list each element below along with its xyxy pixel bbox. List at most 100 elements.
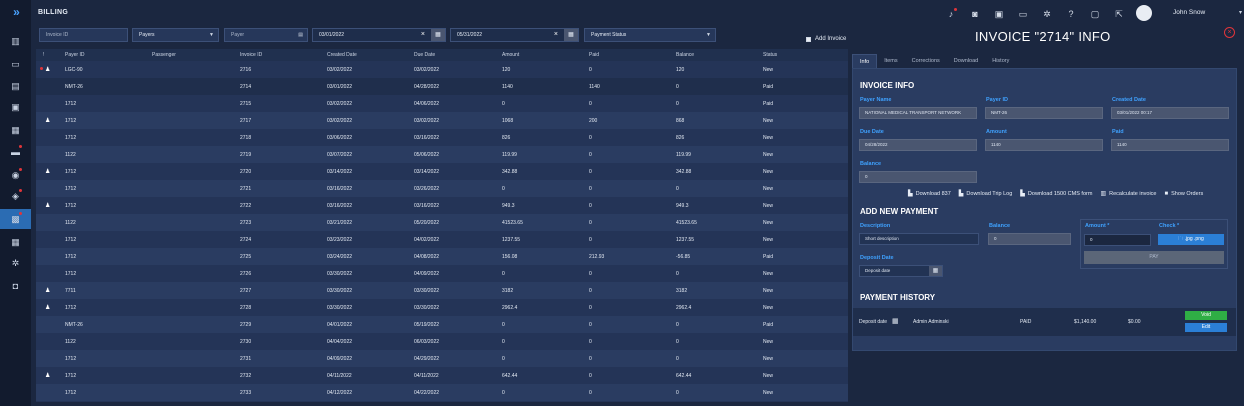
clear-icon[interactable]: ×	[421, 29, 425, 41]
sidebar-item-3[interactable]: ▣	[0, 97, 31, 117]
date-from-input[interactable]: 03/01/2022 × ▦	[312, 28, 446, 42]
calendar-icon[interactable]: ▦	[892, 317, 899, 325]
sidebar-item-6[interactable]: ◉	[0, 165, 31, 185]
table-row[interactable]: ♟ LGC-90 2716 03/02/2022 03/02/2022 120 0 120 Ne…	[36, 61, 848, 78]
table-row[interactable]: 1712 2726 03/30/2022 04/09/2022 0 0 0 New	[36, 265, 848, 282]
column-header[interactable]: Paid	[589, 52, 599, 58]
car-icon[interactable]: ◙	[963, 8, 987, 20]
action-1[interactable]: ▙ Download Trip Log	[959, 190, 1013, 198]
sidebar-item-2[interactable]: ▤	[0, 76, 31, 96]
sidebar-item-10[interactable]: ✲	[0, 253, 31, 273]
calendar-icon[interactable]: ▦	[564, 29, 578, 41]
tab-info[interactable]: Info	[852, 54, 878, 68]
table-row[interactable]: ♟ 7711 2727 03/30/2022 03/30/2022 3182 0 3182 Ne…	[36, 282, 848, 299]
payer-input[interactable]: Payer ▤	[224, 28, 308, 42]
table-row[interactable]: 1712 2725 03/24/2022 04/08/2022 156.08 212.93…	[36, 248, 848, 265]
cell-balance: 0	[676, 339, 679, 345]
payers-select[interactable]: Payers ▼	[132, 28, 219, 42]
expand-menu-icon[interactable]: »	[0, 5, 31, 21]
sidebar-item-9[interactable]: ▦	[0, 232, 31, 252]
action-4[interactable]: ■ Show Orders	[1165, 190, 1204, 197]
table-row[interactable]: NMT-26 2714 03/01/2022 04/28/2022 1140 1140 0 P…	[36, 78, 848, 95]
table-row[interactable]: 1122 2730 04/04/2022 06/03/2022 0 0 0 New	[36, 333, 848, 350]
add-invoice-checkbox[interactable]: Add Invoice	[806, 36, 846, 42]
cell-status: New	[763, 305, 774, 311]
payment-status-select[interactable]: Payment Status ▼	[584, 28, 716, 42]
action-0[interactable]: ▙ Download 837	[908, 190, 951, 198]
payer-name-label: Payer Name	[860, 97, 892, 103]
message-icon[interactable]: ▭	[1011, 8, 1035, 20]
table-row[interactable]: 1712 2724 03/23/2022 04/02/2022 1237.55 0 1237…	[36, 231, 848, 248]
table-row[interactable]: 1712 2731 04/09/2022 04/29/2022 0 0 0 New	[36, 350, 848, 367]
person-icon: ♟	[45, 203, 51, 209]
action-label: Download 1500 CMS form	[1027, 190, 1093, 197]
sidebar-item-4[interactable]: ▦	[0, 120, 31, 140]
sidebar-item-5[interactable]: ▬	[0, 142, 31, 162]
column-header[interactable]: Status	[763, 52, 777, 58]
cell-created: 03/21/2022	[327, 220, 353, 226]
tab-corrections[interactable]: Corrections	[905, 54, 947, 68]
description-input[interactable]: Short description	[859, 233, 979, 245]
cell-status: New	[763, 288, 774, 294]
invoices-table: ! Payer ID Passenger Invoice ID Created Date…	[36, 49, 848, 402]
clear-icon[interactable]: ×	[554, 29, 558, 41]
deposit-date-input[interactable]: Deposit date ▦	[859, 265, 943, 277]
table-row[interactable]: 1712 2733 04/12/2022 04/22/2022 0 0 0 New	[36, 384, 848, 401]
sidebar-item-7[interactable]: ◈	[0, 186, 31, 206]
action-2[interactable]: ▙ Download 1500 CMS form	[1020, 190, 1093, 198]
tab-items[interactable]: Items	[877, 54, 904, 68]
pay-button[interactable]: PAY	[1084, 251, 1224, 264]
table-row[interactable]: 1712 2715 03/02/2022 04/06/2022 0 0 0 Paid	[36, 95, 848, 112]
settings-icon[interactable]: ✲	[1035, 8, 1059, 20]
monitor-icon[interactable]: ▢	[1083, 8, 1107, 20]
table-row[interactable]: 1712 2718 03/06/2022 03/16/2022 826 0 826 New	[36, 129, 848, 146]
table-row[interactable]: 1712 2721 03/16/2022 03/26/2022 0 0 0 New	[36, 180, 848, 197]
column-header[interactable]: Due Date	[414, 52, 435, 58]
column-header[interactable]: Payer ID	[65, 52, 84, 58]
column-header[interactable]: Invoice ID	[240, 52, 262, 58]
chevron-down-icon[interactable]: ▾	[1239, 9, 1242, 16]
sidebar-item-1[interactable]: ▭	[0, 54, 31, 74]
cell-invoice: 2732	[240, 373, 252, 379]
column-header[interactable]: Amount	[502, 52, 519, 58]
table-row[interactable]: ♟ 1712 2722 03/16/2022 03/16/2022 949.3 0 949.3…	[36, 197, 848, 214]
tab-download[interactable]: Download	[947, 54, 985, 68]
upload-check-button[interactable]: 🗀 .jpg .png	[1158, 234, 1224, 245]
column-header[interactable]: Created Date	[327, 52, 357, 58]
calendar-icon[interactable]: ▦	[431, 29, 445, 41]
sidebar-item-11[interactable]: ◘	[0, 276, 31, 296]
bell-icon[interactable]: ♪	[939, 8, 963, 20]
avatar[interactable]	[1136, 5, 1152, 21]
date-to-input[interactable]: 05/31/2022 × ▦	[450, 28, 579, 42]
void-button[interactable]: Void	[1185, 311, 1227, 320]
sidebar-item-8[interactable]: ▩	[0, 209, 31, 229]
help-icon[interactable]: ?	[1059, 8, 1083, 20]
column-header[interactable]: !	[43, 52, 44, 58]
edit-button[interactable]: Edit	[1185, 323, 1227, 332]
table-row[interactable]: 1122 2723 03/21/2022 05/20/2022 41523.65 0 415…	[36, 214, 848, 231]
inbox-icon[interactable]: ▣	[987, 8, 1011, 20]
checkbox-icon[interactable]	[806, 36, 811, 42]
cell-payer: 1122	[65, 339, 76, 345]
table-row[interactable]: ♟ 1712 2717 03/02/2022 03/02/2022 1068 200 868 N…	[36, 112, 848, 129]
column-header[interactable]: Balance	[676, 52, 694, 58]
payer-id-label: Payer ID	[986, 97, 1009, 103]
table-row[interactable]: NMT-26 2729 04/01/2022 05/19/2022 0 0 0 Paid	[36, 316, 848, 333]
table-row[interactable]: ♟ 1712 2720 03/14/2022 03/14/2022 342.88 0 342.…	[36, 163, 848, 180]
cell-payer: 1712	[65, 254, 77, 260]
export-icon[interactable]: ⇱	[1107, 8, 1131, 20]
close-icon[interactable]: ×	[1224, 27, 1235, 38]
invoice-id-input[interactable]: Invoice ID	[39, 28, 128, 42]
user-name[interactable]: John Snow	[1173, 9, 1205, 16]
payment-amount-input[interactable]: 0	[1084, 234, 1151, 246]
table-row[interactable]: 1122 2719 03/07/2022 05/06/2022 119.99 0 119.9…	[36, 146, 848, 163]
cell-created: 03/02/2022	[327, 118, 353, 124]
tab-history[interactable]: History	[985, 54, 1016, 68]
payment-history-title: PAYMENT HISTORY	[860, 293, 936, 302]
calendar-icon[interactable]: ▦	[929, 266, 942, 276]
sidebar-item-0[interactable]: ▥	[0, 31, 31, 51]
table-row[interactable]: ♟ 1712 2732 04/11/2022 04/11/2022 642.44 0 642.…	[36, 367, 848, 384]
table-row[interactable]: ♟ 1712 2728 03/30/2022 03/30/2022 2962.4 0 2962…	[36, 299, 848, 316]
column-header[interactable]: Passenger	[152, 52, 176, 58]
action-3[interactable]: ▥ Recalculate invoice	[1100, 190, 1156, 198]
